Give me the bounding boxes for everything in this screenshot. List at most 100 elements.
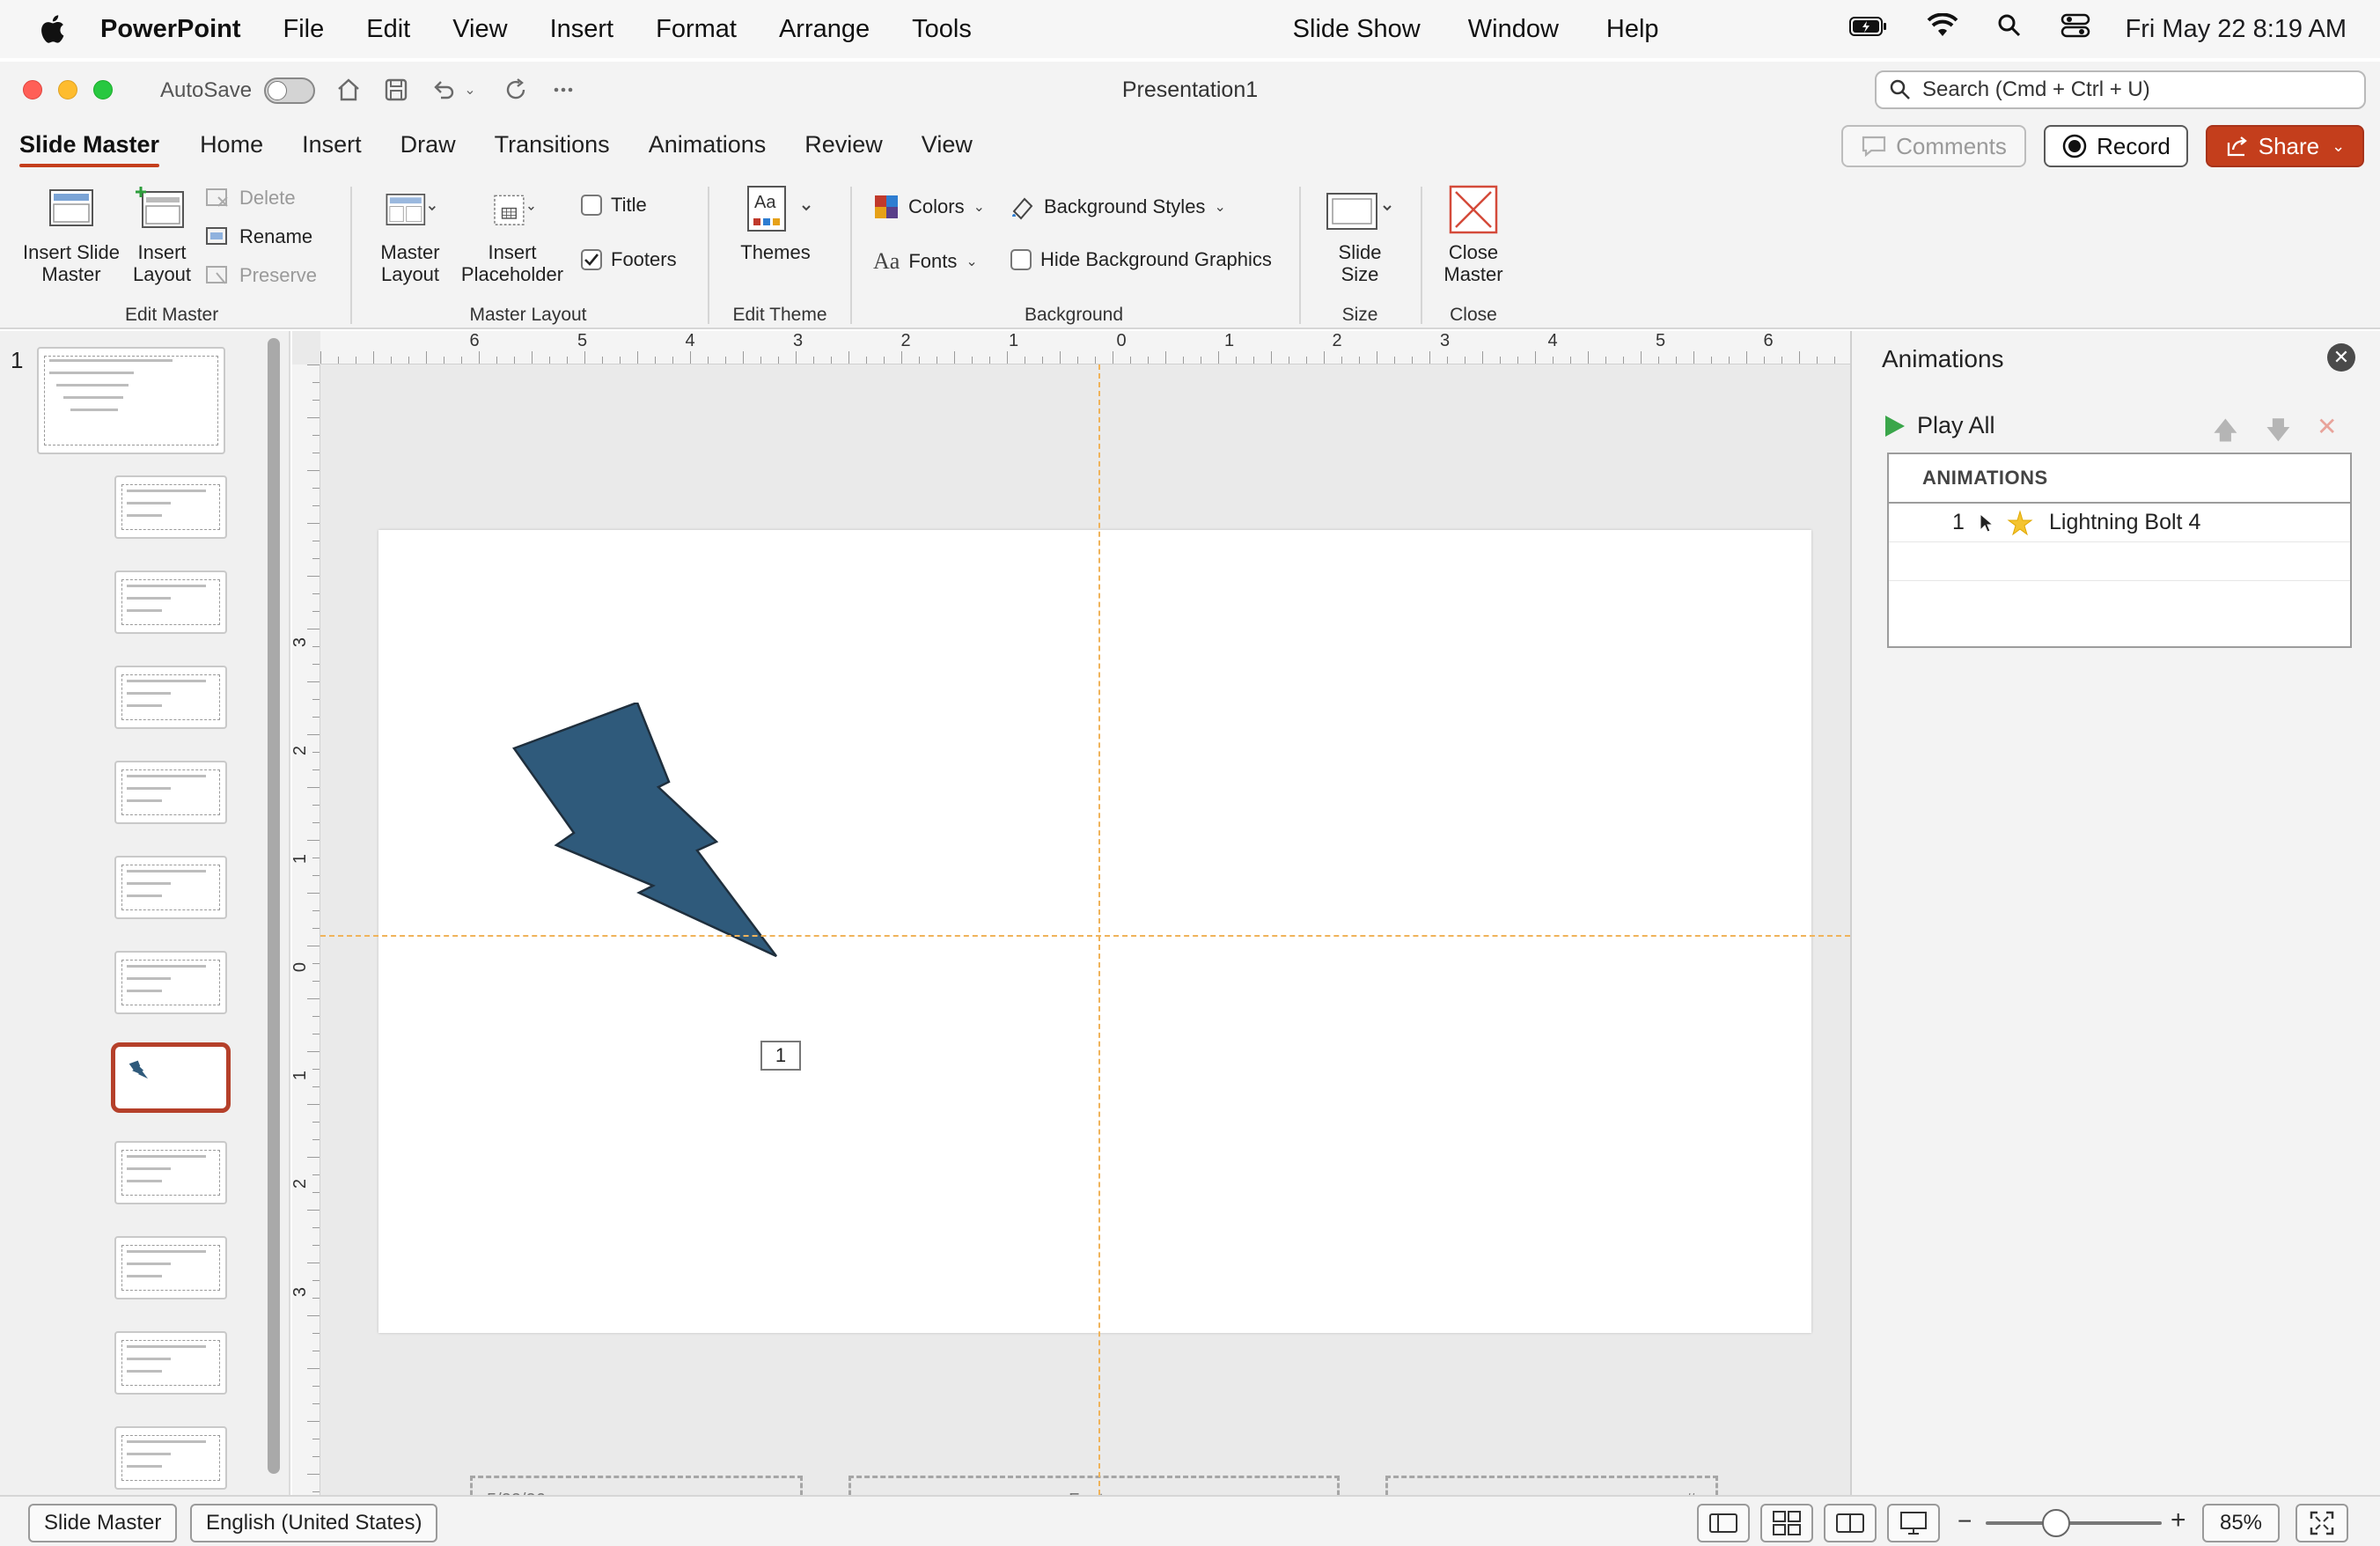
search-field[interactable]: Search (Cmd + Ctrl + U) xyxy=(1875,70,2366,109)
play-all-button[interactable]: Play All xyxy=(1884,412,1995,439)
layout-thumbnail[interactable] xyxy=(114,1426,227,1490)
menu-arrange[interactable]: Arrange xyxy=(779,15,870,44)
zoom-in-icon[interactable]: + xyxy=(2171,1506,2186,1535)
fonts-dropdown[interactable]: Aa Fonts ⌄ xyxy=(873,248,978,275)
record-button[interactable]: Record xyxy=(2044,125,2188,167)
wifi-icon[interactable] xyxy=(1927,12,1958,45)
remove-animation-icon[interactable]: ✕ xyxy=(2317,412,2337,441)
zoom-slider-track[interactable] xyxy=(1986,1521,2162,1525)
horizontal-ruler[interactable]: 6 5 4 3 2 1 0 1 2 3 4 5 6 xyxy=(320,331,1850,364)
title-checkbox-box[interactable] xyxy=(581,195,602,216)
layout-thumbnail[interactable] xyxy=(114,475,227,539)
menu-file[interactable]: File xyxy=(283,15,325,44)
animation-list-item[interactable]: 1 Lightning Bolt 4 xyxy=(1889,504,2350,542)
spotlight-search-icon[interactable] xyxy=(1997,13,2022,45)
comments-button[interactable]: Comments xyxy=(1841,125,2026,167)
minimize-window-button[interactable] xyxy=(58,80,77,99)
tab-review[interactable]: Review xyxy=(785,118,902,171)
language-indicator[interactable]: English (United States) xyxy=(190,1504,438,1542)
themes-button[interactable]: Aa Themes xyxy=(736,185,815,263)
insert-slide-master-button[interactable]: Insert Slide Master xyxy=(16,185,127,285)
menu-format[interactable]: Format xyxy=(656,15,737,44)
view-mode-indicator[interactable]: Slide Master xyxy=(28,1504,178,1542)
menu-clock[interactable]: Fri May 22 8:19 AM xyxy=(2126,15,2347,44)
vertical-guide[interactable] xyxy=(1098,364,1100,1495)
tab-slide-master[interactable]: Slide Master xyxy=(0,118,179,171)
footers-checkbox[interactable]: Footers xyxy=(581,248,677,271)
layout-thumbnail[interactable] xyxy=(114,761,227,824)
layout-thumbnail[interactable] xyxy=(114,1236,227,1299)
colors-dropdown[interactable]: Colors ⌄ xyxy=(873,194,985,220)
move-down-icon[interactable]: 🡇 xyxy=(2266,412,2291,454)
hide-background-graphics-checkbox[interactable]: Hide Background Graphics xyxy=(1010,248,1272,271)
zoom-out-icon[interactable]: − xyxy=(1958,1507,1972,1535)
close-master-button[interactable]: Close Master xyxy=(1431,185,1516,285)
menu-help[interactable]: Help xyxy=(1606,15,1659,44)
autosave-toggle[interactable] xyxy=(264,77,315,104)
menu-insert[interactable]: Insert xyxy=(550,15,614,44)
tab-view[interactable]: View xyxy=(902,118,992,171)
menu-app-name[interactable]: PowerPoint xyxy=(100,15,241,44)
more-options-icon[interactable] xyxy=(547,74,579,106)
master-layout-button[interactable]: Master Layout xyxy=(368,185,452,285)
undo-dropdown-chevron-icon[interactable]: ⌄ xyxy=(461,74,479,106)
menu-view[interactable]: View xyxy=(452,15,507,44)
insert-placeholder-button[interactable]: Insert Placeholder xyxy=(458,185,567,285)
vertical-ruler[interactable]: 3 2 1 0 1 2 3 xyxy=(290,364,320,1495)
tab-insert[interactable]: Insert xyxy=(283,118,381,171)
tab-animations[interactable]: Animations xyxy=(629,118,786,171)
rename-button[interactable]: Rename xyxy=(204,225,312,248)
menu-tools[interactable]: Tools xyxy=(912,15,972,44)
slide-size-button[interactable]: Slide Size xyxy=(1320,185,1399,285)
move-up-icon[interactable]: 🡅 xyxy=(2213,412,2238,454)
menu-slide-show[interactable]: Slide Show xyxy=(1293,15,1421,44)
share-button[interactable]: Share ⌄ xyxy=(2206,125,2364,167)
background-styles-dropdown[interactable]: Background Styles ⌄ xyxy=(1009,194,1226,220)
thumbnail-line xyxy=(127,1370,162,1373)
zoom-level[interactable]: 85% xyxy=(2202,1504,2280,1542)
undo-icon[interactable] xyxy=(428,74,459,106)
title-checkbox[interactable]: Title xyxy=(581,194,647,217)
footers-checkbox-box[interactable] xyxy=(581,249,602,270)
animation-order-tag[interactable]: 1 xyxy=(760,1041,801,1071)
thumbnail-scrollbar[interactable] xyxy=(268,338,280,1474)
tab-draw[interactable]: Draw xyxy=(381,118,475,171)
share-dropdown-chevron-icon[interactable]: ⌄ xyxy=(2332,137,2345,156)
slide-master-thumbnail[interactable] xyxy=(37,347,225,454)
horizontal-guide[interactable] xyxy=(320,935,1850,937)
save-icon[interactable] xyxy=(380,74,412,106)
layout-thumbnail-selected[interactable] xyxy=(111,1042,231,1113)
ruler-tick xyxy=(307,576,320,577)
fit-to-window-button[interactable] xyxy=(2296,1504,2348,1542)
apple-icon[interactable] xyxy=(39,14,74,44)
normal-view-button[interactable] xyxy=(1697,1504,1750,1542)
reading-view-button[interactable] xyxy=(1824,1504,1877,1542)
layout-thumbnail[interactable] xyxy=(114,951,227,1014)
home-icon[interactable] xyxy=(333,74,364,106)
layout-thumbnail[interactable] xyxy=(114,666,227,729)
control-center-icon[interactable] xyxy=(2060,13,2090,45)
layout-thumbnail[interactable] xyxy=(114,856,227,919)
tab-home[interactable]: Home xyxy=(180,118,283,171)
lightning-bolt-shape[interactable] xyxy=(493,703,863,984)
zoom-slider-knob[interactable] xyxy=(2042,1509,2070,1537)
layout-thumbnail[interactable] xyxy=(114,1141,227,1204)
hide-background-graphics-box[interactable] xyxy=(1010,249,1032,270)
layout-thumbnail[interactable] xyxy=(114,571,227,634)
battery-icon[interactable] xyxy=(1848,15,1888,44)
layout-thumbnail[interactable] xyxy=(114,1331,227,1395)
insert-layout-button[interactable]: Insert Layout xyxy=(129,185,195,285)
slide-canvas[interactable]: 5/22/26 Footer ‹#› xyxy=(378,530,1811,1525)
delete-button[interactable]: Delete xyxy=(204,187,296,210)
close-window-button[interactable] xyxy=(23,80,42,99)
preserve-button[interactable]: Preserve xyxy=(204,264,317,287)
redo-icon[interactable] xyxy=(500,74,532,106)
tab-transitions[interactable]: Transitions xyxy=(475,118,629,171)
menu-edit[interactable]: Edit xyxy=(366,15,410,44)
menu-window[interactable]: Window xyxy=(1468,15,1559,44)
zoom-window-button[interactable] xyxy=(93,80,113,99)
ruler-tick xyxy=(1693,351,1694,364)
slide-show-button[interactable] xyxy=(1887,1504,1940,1542)
close-pane-icon[interactable]: ✕ xyxy=(2327,343,2355,372)
slide-sorter-view-button[interactable] xyxy=(1760,1504,1813,1542)
